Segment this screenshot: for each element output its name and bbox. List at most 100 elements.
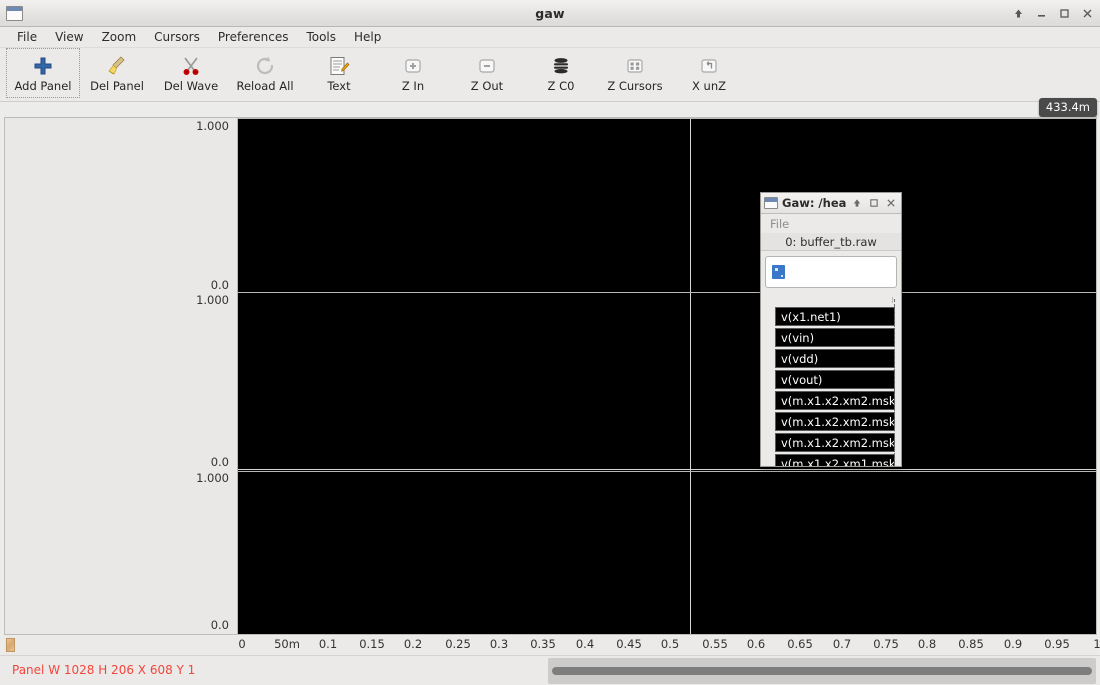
- wave-item-xm2-b[interactable]: v(m.x1.x2.xm2.msky13: [775, 412, 895, 431]
- broom-icon: [106, 53, 128, 79]
- popup-menu-file[interactable]: File: [770, 217, 789, 231]
- panel-0[interactable]: 1.000 0.0: [5, 118, 1096, 292]
- menu-cursors[interactable]: Cursors: [145, 28, 209, 46]
- x-tick-6: 0.3: [489, 637, 509, 651]
- x-tick-7: 0.35: [530, 637, 556, 651]
- menubar: File View Zoom Cursors Preferences Tools…: [0, 27, 1100, 48]
- menu-tools[interactable]: Tools: [297, 28, 345, 46]
- zoom-out-button[interactable]: Z Out: [450, 48, 524, 98]
- wave-item-vvout[interactable]: v(vout): [775, 370, 895, 389]
- zoom-out-icon: [477, 53, 497, 79]
- panel-2-y-top-label: 1.000: [196, 471, 229, 485]
- reload-icon: [254, 53, 276, 79]
- zoom-in-button[interactable]: Z In: [376, 48, 450, 98]
- x-unzoom-label: X unZ: [692, 79, 726, 94]
- shade-button[interactable]: [1011, 7, 1025, 21]
- plot-area: 1.000 0.0 1.000 0.0 1.000 0.0: [4, 117, 1097, 635]
- wave-list-column-divider: [894, 299, 895, 466]
- minimize-button[interactable]: [1034, 7, 1048, 21]
- popup-search-entry[interactable]: [765, 256, 897, 288]
- panel-0-vertical-gridline: [690, 119, 691, 292]
- text-label: Text: [327, 79, 351, 94]
- wave-item-xm1-a[interactable]: v(m.x1.x2.xm1.msky13: [775, 454, 895, 466]
- zoom-cursors-button[interactable]: Z Cursors: [598, 48, 672, 98]
- del-wave-button[interactable]: Del Wave: [154, 48, 228, 98]
- wave-item-vx1net1[interactable]: v(x1.net1): [775, 307, 895, 326]
- panel-0-y-axis: 1.000 0.0: [5, 118, 235, 292]
- wave-item-vvin[interactable]: v(vin): [775, 328, 895, 347]
- panel-1[interactable]: 1.000 0.0: [5, 292, 1096, 471]
- zoom-fit-icon: [550, 53, 572, 79]
- panel-1-vertical-gridline: [690, 293, 691, 471]
- menu-help[interactable]: Help: [345, 28, 390, 46]
- window-titlebar: gaw: [0, 0, 1100, 27]
- maximize-button[interactable]: [1057, 7, 1071, 21]
- x-tick-10: 0.5: [660, 637, 680, 651]
- menu-zoom[interactable]: Zoom: [93, 28, 146, 46]
- popup-window-controls: [851, 198, 898, 209]
- x-tick-9: 0.45: [616, 637, 642, 651]
- reload-all-button[interactable]: Reload All: [228, 48, 302, 98]
- popup-title-label: Gaw: /hea: [782, 196, 847, 210]
- panel-2[interactable]: 1.000 0.0: [5, 471, 1096, 634]
- x-axis-cursor-marker[interactable]: [6, 638, 15, 652]
- wave-item-vvdd[interactable]: v(vdd): [775, 349, 895, 368]
- menu-view[interactable]: View: [46, 28, 92, 46]
- file-icon: [772, 265, 785, 279]
- x-tick-4: 0.2: [403, 637, 423, 651]
- zoom-out-label: Z Out: [470, 79, 504, 94]
- zoom-cursors-label: Z Cursors: [607, 79, 663, 94]
- panel-0-canvas[interactable]: [237, 118, 1096, 292]
- maximize-button[interactable]: [868, 198, 879, 209]
- popup-menubar: File: [761, 214, 901, 233]
- wave-item-xm2-a[interactable]: v(m.x1.x2.xm2.msky13: [775, 391, 895, 410]
- window-icon: [764, 197, 778, 209]
- plus-icon: [33, 53, 53, 79]
- window-title: gaw: [535, 5, 565, 21]
- x-tick-13: 0.65: [787, 637, 813, 651]
- panel-1-canvas[interactable]: [237, 292, 1096, 471]
- measurement-tag: 433.4m: [1038, 98, 1097, 117]
- popup-titlebar: Gaw: /hea: [761, 193, 901, 214]
- zoom-c0-label: Z C0: [547, 79, 575, 94]
- wave-list-window[interactable]: Gaw: /hea File 0: buffer_tb.raw v(x1.net…: [760, 192, 902, 467]
- menu-file[interactable]: File: [8, 28, 46, 46]
- x-tick-1: 50m: [274, 637, 300, 651]
- wave-list[interactable]: v(x1.net1) v(vin) v(vdd) v(vout) v(m.x1.…: [761, 297, 901, 466]
- close-button[interactable]: [885, 198, 896, 209]
- x-tick-19: 0.95: [1044, 637, 1070, 651]
- x-tick-12: 0.6: [746, 637, 766, 651]
- x-tick-2: 0.1: [318, 637, 338, 651]
- zoom-c0-button[interactable]: Z C0: [524, 48, 598, 98]
- del-wave-label: Del Wave: [163, 79, 219, 94]
- popup-file-tab[interactable]: 0: buffer_tb.raw: [761, 233, 901, 251]
- x-tick-15: 0.75: [873, 637, 899, 651]
- horizontal-scrollbar-thumb[interactable]: [552, 667, 1092, 675]
- notepad-pencil-icon: [328, 53, 350, 79]
- wave-item-xm2-c[interactable]: v(m.x1.x2.xm2.msky13: [775, 433, 895, 452]
- x-unzoom-button[interactable]: X unZ: [672, 48, 746, 98]
- add-panel-button[interactable]: Add Panel: [6, 48, 80, 98]
- panel-1-y-bottom-label: 0.0: [210, 455, 229, 469]
- panel-2-canvas[interactable]: [237, 471, 1096, 634]
- close-button[interactable]: [1080, 7, 1094, 21]
- add-panel-label: Add Panel: [14, 79, 72, 94]
- x-tick-11: 0.55: [702, 637, 728, 651]
- undo-zoom-icon: [699, 53, 719, 79]
- menu-preferences[interactable]: Preferences: [209, 28, 298, 46]
- panel-0-y-bottom-label: 0.0: [210, 278, 229, 292]
- text-button[interactable]: Text: [302, 48, 376, 98]
- wave-list-scroll-indicator: [892, 297, 893, 303]
- x-tick-5: 0.25: [445, 637, 471, 651]
- toolbar: Add Panel Del Panel Del Wave Reload All …: [0, 48, 1100, 102]
- x-axis[interactable]: 0 50m 0.1 0.15 0.2 0.25 0.3 0.35 0.4 0.4…: [4, 636, 1100, 655]
- x-tick-16: 0.8: [917, 637, 937, 651]
- zoom-in-label: Z In: [401, 79, 425, 94]
- x-tick-17: 0.85: [958, 637, 984, 651]
- panel-1-y-axis: 1.000 0.0: [5, 292, 235, 471]
- del-panel-button[interactable]: Del Panel: [80, 48, 154, 98]
- shade-button[interactable]: [851, 198, 862, 209]
- x-tick-20: 1: [1093, 637, 1100, 651]
- gaw-application-window: gaw File View Zoom Cursors Preferences T…: [0, 0, 1100, 685]
- horizontal-scrollbar[interactable]: [548, 658, 1096, 684]
